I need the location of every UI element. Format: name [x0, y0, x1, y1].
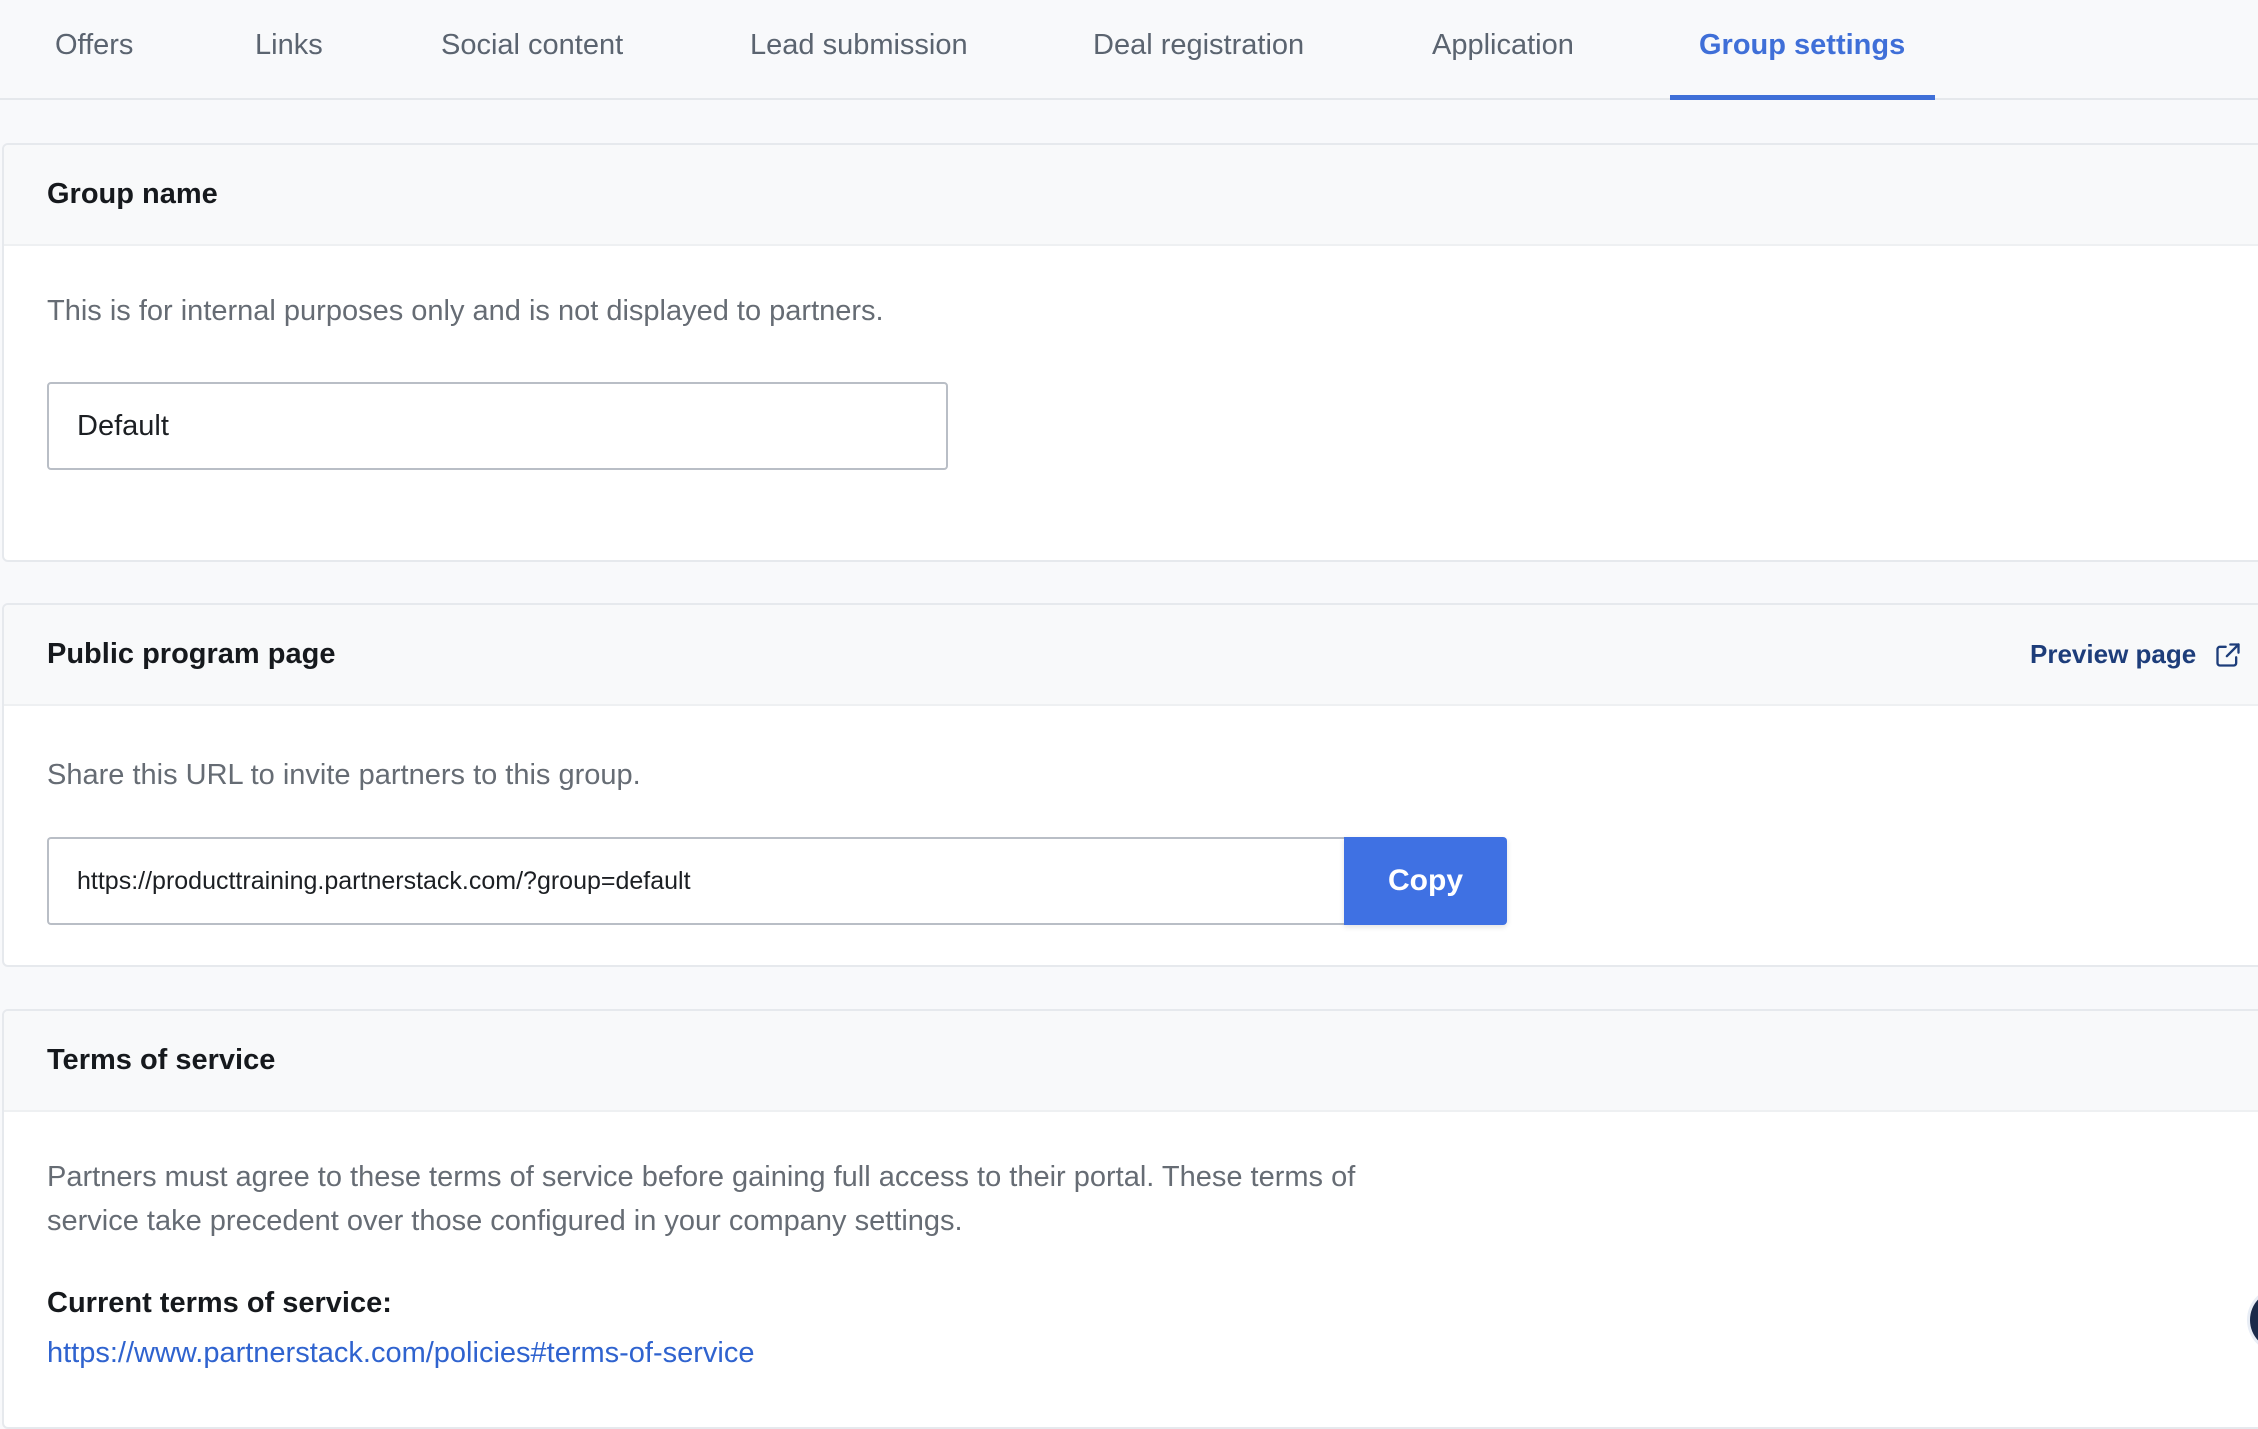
terms-title: Terms of service	[47, 1044, 276, 1076]
public-program-title: Public program page	[47, 638, 336, 670]
tab-offers[interactable]: Offers	[55, 0, 133, 100]
group-name-card: Group name This is for internal purposes…	[2, 143, 2258, 562]
tab-group-settings[interactable]: Group settings	[1699, 0, 1905, 100]
current-terms-label: Current terms of service:	[47, 1287, 392, 1319]
terms-description-line1: Partners must agree to these terms of se…	[47, 1161, 1356, 1193]
tab-bar: Offers Links Social content Lead submiss…	[0, 0, 2258, 100]
terms-of-service-card: Terms of service Partners must agree to …	[2, 1009, 2258, 1429]
group-name-title: Group name	[47, 178, 218, 210]
tab-links[interactable]: Links	[255, 0, 323, 100]
preview-page-link[interactable]: Preview page	[2030, 605, 2196, 704]
group-name-input[interactable]	[47, 382, 948, 470]
active-tab-indicator	[1670, 95, 1935, 100]
copy-button[interactable]: Copy	[1344, 837, 1507, 925]
terms-description-line2: service take precedent over those config…	[47, 1205, 963, 1237]
group-name-description: This is for internal purposes only and i…	[47, 295, 884, 327]
external-link-icon[interactable]	[2214, 641, 2242, 669]
terms-of-service-link[interactable]: https://www.partnerstack.com/policies#te…	[47, 1337, 755, 1370]
tab-deal-registration[interactable]: Deal registration	[1093, 0, 1304, 100]
public-program-card: Public program page Preview page Share t…	[2, 603, 2258, 967]
terms-header: Terms of service	[4, 1011, 2258, 1112]
tab-social-content[interactable]: Social content	[441, 0, 623, 100]
public-program-header: Public program page Preview page	[4, 605, 2258, 706]
program-url-field[interactable]	[47, 837, 1344, 925]
tab-application[interactable]: Application	[1432, 0, 1574, 100]
group-name-header: Group name	[4, 145, 2258, 246]
public-program-description: Share this URL to invite partners to thi…	[47, 759, 641, 791]
tab-lead-submission[interactable]: Lead submission	[750, 0, 968, 100]
